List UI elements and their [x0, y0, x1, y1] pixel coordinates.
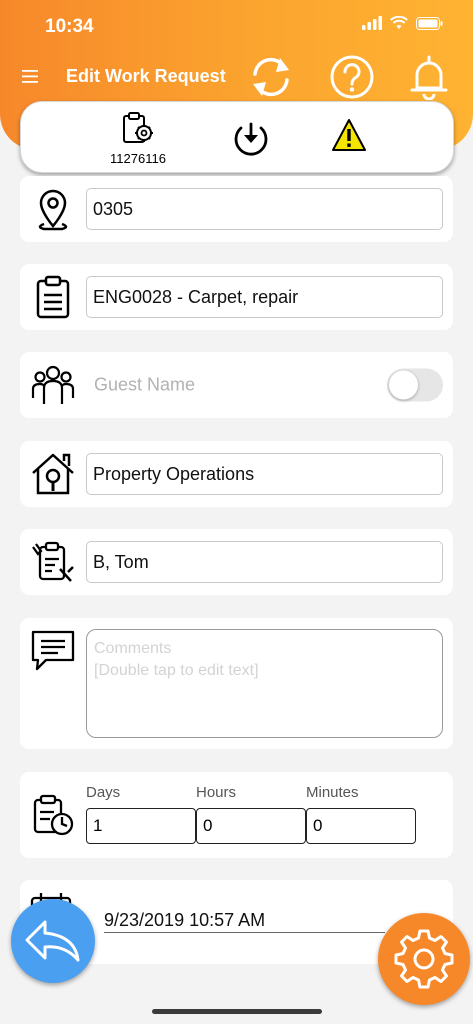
minutes-input[interactable]: 0	[306, 808, 416, 844]
clipboard-settings-icon	[123, 112, 153, 143]
due-datetime-underline	[104, 932, 385, 933]
status-time: 10:34	[45, 16, 94, 37]
back-button[interactable]	[11, 899, 95, 983]
hamburger-menu-icon[interactable]	[22, 70, 38, 83]
reply-arrow-icon	[25, 920, 80, 962]
hours-label: Hours	[196, 784, 237, 801]
location-pin-icon	[38, 189, 68, 231]
comments-hint: [Double tap to edit text]	[94, 662, 259, 679]
task-card: ENG0028 - Carpet, repair	[20, 264, 453, 330]
days-label: Days	[86, 784, 121, 801]
wifi-icon	[390, 16, 408, 29]
comments-card: Comments [Double tap to edit text]	[20, 618, 453, 749]
help-icon[interactable]	[329, 54, 375, 100]
duration-card: Days Hours Minutes 1 0 0	[20, 772, 453, 858]
notification-bell-icon[interactable]	[407, 54, 451, 100]
status-icons	[362, 16, 443, 30]
guest-card: Guest Name	[20, 352, 453, 418]
clipboard-list-icon	[36, 275, 70, 319]
comments-placeholder: Comments	[94, 640, 172, 657]
location-card: 0305	[20, 176, 453, 242]
guest-toggle-knob	[389, 370, 418, 400]
request-settings-button[interactable]: 11276116	[107, 112, 169, 166]
home-indicator	[152, 1009, 322, 1014]
guest-toggle[interactable]	[387, 368, 443, 402]
request-action-bar: 11276116	[20, 101, 454, 173]
page-title: Edit Work Request	[66, 66, 226, 86]
signal-icon	[362, 16, 382, 30]
task-input[interactable]: ENG0028 - Carpet, repair	[86, 276, 443, 318]
due-datetime[interactable]: 9/23/2019 10:57 AM	[104, 910, 265, 931]
days-input[interactable]: 1	[86, 808, 196, 844]
download-circle-icon[interactable]	[233, 120, 269, 156]
comment-bubble-icon	[31, 630, 75, 671]
guest-name-placeholder[interactable]: Guest Name	[94, 375, 195, 396]
clipboard-wrench-icon	[32, 541, 74, 582]
clipboard-clock-icon	[33, 794, 74, 836]
gear-icon	[394, 929, 454, 989]
battery-icon	[416, 16, 443, 30]
request-number: 11276116	[110, 151, 166, 166]
settings-button[interactable]	[378, 913, 470, 1005]
comments-textarea[interactable]: Comments [Double tap to edit text]	[86, 629, 443, 738]
location-input[interactable]: 0305	[86, 188, 443, 230]
department-input[interactable]: Property Operations	[86, 453, 443, 495]
assignee-card: B, Tom	[20, 529, 453, 595]
guests-group-icon	[31, 365, 75, 404]
assignee-input[interactable]: B, Tom	[86, 541, 443, 583]
hours-input[interactable]: 0	[196, 808, 306, 844]
warning-icon[interactable]	[331, 118, 367, 152]
minutes-label: Minutes	[306, 784, 359, 801]
department-card: Property Operations	[20, 441, 453, 507]
home-repair-icon	[32, 453, 74, 495]
sync-icon[interactable]	[247, 54, 295, 100]
